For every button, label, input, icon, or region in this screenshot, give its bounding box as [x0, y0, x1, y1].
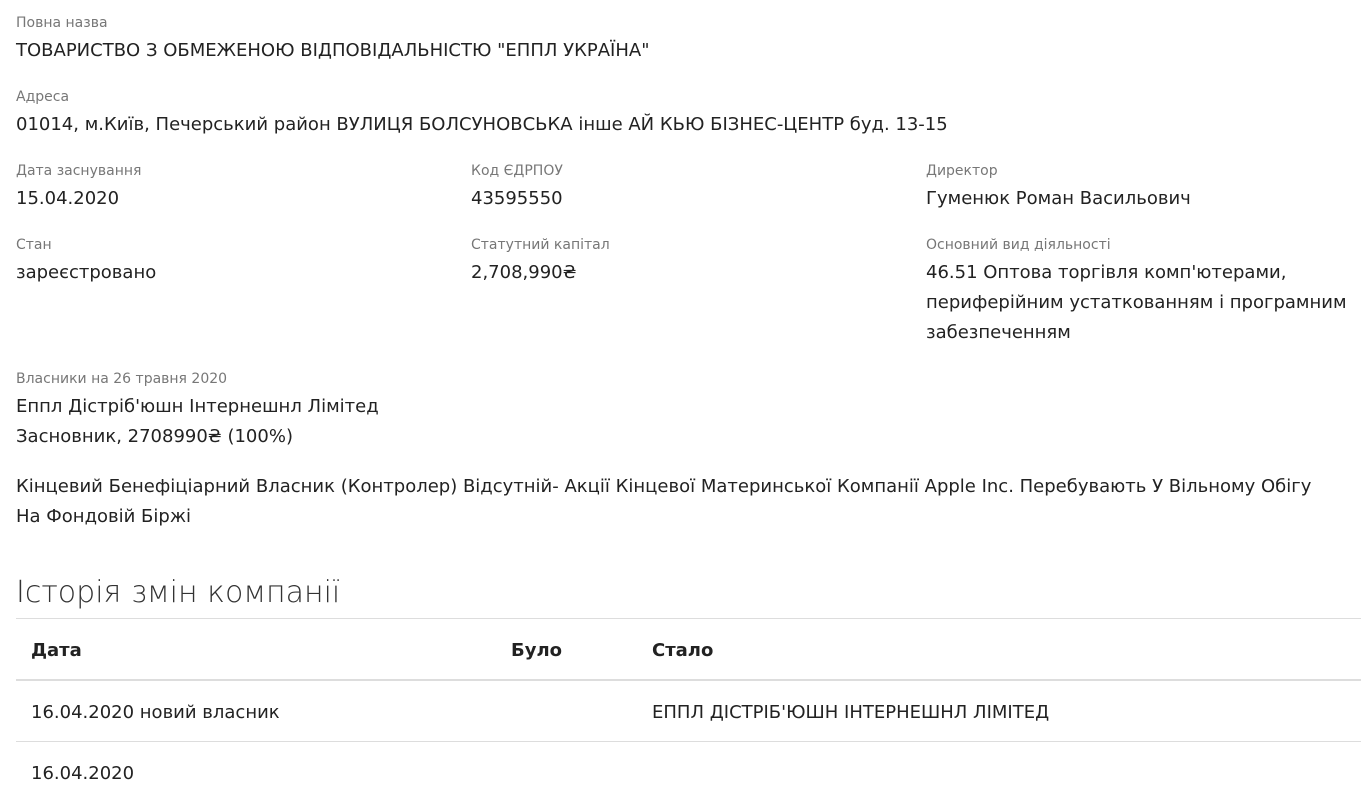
history-top-divider	[16, 618, 1361, 619]
table-row-became: ЕППЛ ДІСТРІБ'ЮШН ІНТЕРНЕШНЛ ЛІМІТЕД	[652, 702, 1050, 723]
owner-name: Еппл Дістріб'юшн Інтернешнл Лімітед	[16, 396, 379, 417]
status-label: Стан	[16, 237, 52, 253]
address-label: Адреса	[16, 89, 70, 105]
beneficiary-text: Кінцевий Бенефіціарний Власник (Контроле…	[16, 476, 1312, 527]
director-value: Гуменюк Роман Васильович	[926, 188, 1191, 209]
founded-value: 15.04.2020	[16, 188, 120, 209]
edrpou-label: Код ЄДРПОУ	[471, 163, 563, 179]
table-row-date: 16.04.2020	[31, 763, 135, 784]
founded-label: Дата заснування	[16, 163, 142, 179]
full-name-label: Повна назва	[16, 15, 108, 31]
edrpou-value: 43595550	[471, 188, 563, 209]
column-header-was: Було	[511, 640, 563, 661]
address-value: 01014, м.Київ, Печерський район ВУЛИЦЯ Б…	[16, 114, 948, 135]
activity-value: 46.51 Оптова торгівля комп'ютерами, пери…	[926, 262, 1347, 343]
capital-value: 2,708,990₴	[471, 262, 577, 283]
status-value: зареєстровано	[16, 262, 157, 283]
history-title: Історія змін компанії	[16, 575, 341, 610]
table-header-divider	[16, 679, 1361, 681]
table-row-divider	[16, 741, 1361, 742]
table-row-date: 16.04.2020 новий власник	[31, 702, 280, 723]
column-header-date: Дата	[31, 640, 82, 661]
activity-label: Основний вид діяльності	[926, 237, 1111, 253]
owners-label: Власники на 26 травня 2020	[16, 371, 228, 387]
owner-role: Засновник, 2708990₴ (100%)	[16, 426, 293, 447]
full-name-value: ТОВАРИСТВО З ОБМЕЖЕНОЮ ВІДПОВІДАЛЬНІСТЮ …	[16, 40, 650, 61]
director-label: Директор	[926, 163, 998, 179]
capital-label: Статутний капітал	[471, 237, 610, 253]
company-page: Повна назва ТОВАРИСТВО З ОБМЕЖЕНОЮ ВІДПО…	[0, 0, 1361, 803]
column-header-became: Стало	[652, 640, 714, 661]
